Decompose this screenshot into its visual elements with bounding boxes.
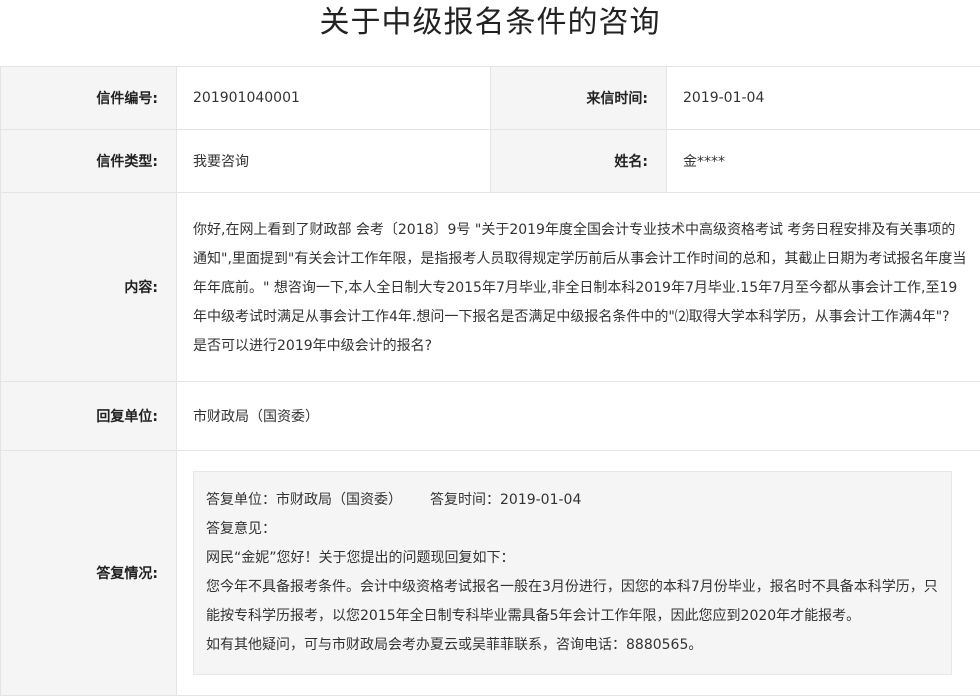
reply-body: 您今年不具备报考条件。会计中级资格考试报名一般在3月份进行，因您的本科7月份毕业…	[206, 573, 939, 631]
page-title: 关于中级报名条件的咨询	[0, 0, 980, 66]
content-label: 内容:	[1, 193, 177, 382]
content-text: 你好,在网上看到了财政部 会考〔2018〕9号 "关于2019年度全国会计专业技…	[193, 214, 968, 361]
table-row: 内容: 你好,在网上看到了财政部 会考〔2018〕9号 "关于2019年度全国会…	[1, 193, 980, 382]
letter-detail-page: 关于中级报名条件的咨询 信件编号: 201901040001 来信时间: 201…	[0, 0, 980, 683]
reply-meta: 答复单位：市财政局（国资委） 答复时间：2019-01-04	[206, 486, 939, 515]
type-label: 信件类型:	[1, 130, 177, 193]
table-row: 信件编号: 201901040001 来信时间: 2019-01-04	[1, 67, 980, 130]
date-value: 2019-01-04	[667, 67, 980, 130]
unit-label: 回复单位:	[1, 382, 177, 451]
table-row: 信件类型: 我要咨询 姓名: 金****	[1, 130, 980, 193]
reply-time: 答复时间：2019-01-04	[430, 486, 581, 515]
date-label: 来信时间:	[491, 67, 667, 130]
table-row: 答复情况: 答复单位：市财政局（国资委） 答复时间：2019-01-04 答复意见…	[1, 451, 980, 696]
letter-info-table: 信件编号: 201901040001 来信时间: 2019-01-04 信件类型…	[0, 66, 980, 696]
reply-greeting: 网民“金妮”您好！关于您提出的问题现回复如下：	[206, 544, 939, 573]
unit-value: 市财政局（国资委）	[177, 382, 980, 451]
letter-no-value: 201901040001	[177, 67, 491, 130]
table-row: 回复单位: 市财政局（国资委）	[1, 382, 980, 451]
name-value: 金****	[667, 130, 980, 193]
reply-opinion-label: 答复意见：	[206, 515, 939, 544]
name-label: 姓名:	[491, 130, 667, 193]
content-cell: 你好,在网上看到了财政部 会考〔2018〕9号 "关于2019年度全国会计专业技…	[177, 193, 980, 382]
reply-contact: 如有其他疑问，可与市财政局会考办夏云或吴菲菲联系，咨询电话：8880565。	[206, 631, 939, 660]
letter-no-label: 信件编号:	[1, 67, 177, 130]
reply-label: 答复情况:	[1, 451, 177, 696]
type-value: 我要咨询	[177, 130, 491, 193]
reply-box: 答复单位：市财政局（国资委） 答复时间：2019-01-04 答复意见： 网民“金…	[193, 471, 952, 675]
reply-cell: 答复单位：市财政局（国资委） 答复时间：2019-01-04 答复意见： 网民“金…	[177, 451, 980, 696]
reply-unit: 答复单位：市财政局（国资委）	[206, 486, 402, 515]
